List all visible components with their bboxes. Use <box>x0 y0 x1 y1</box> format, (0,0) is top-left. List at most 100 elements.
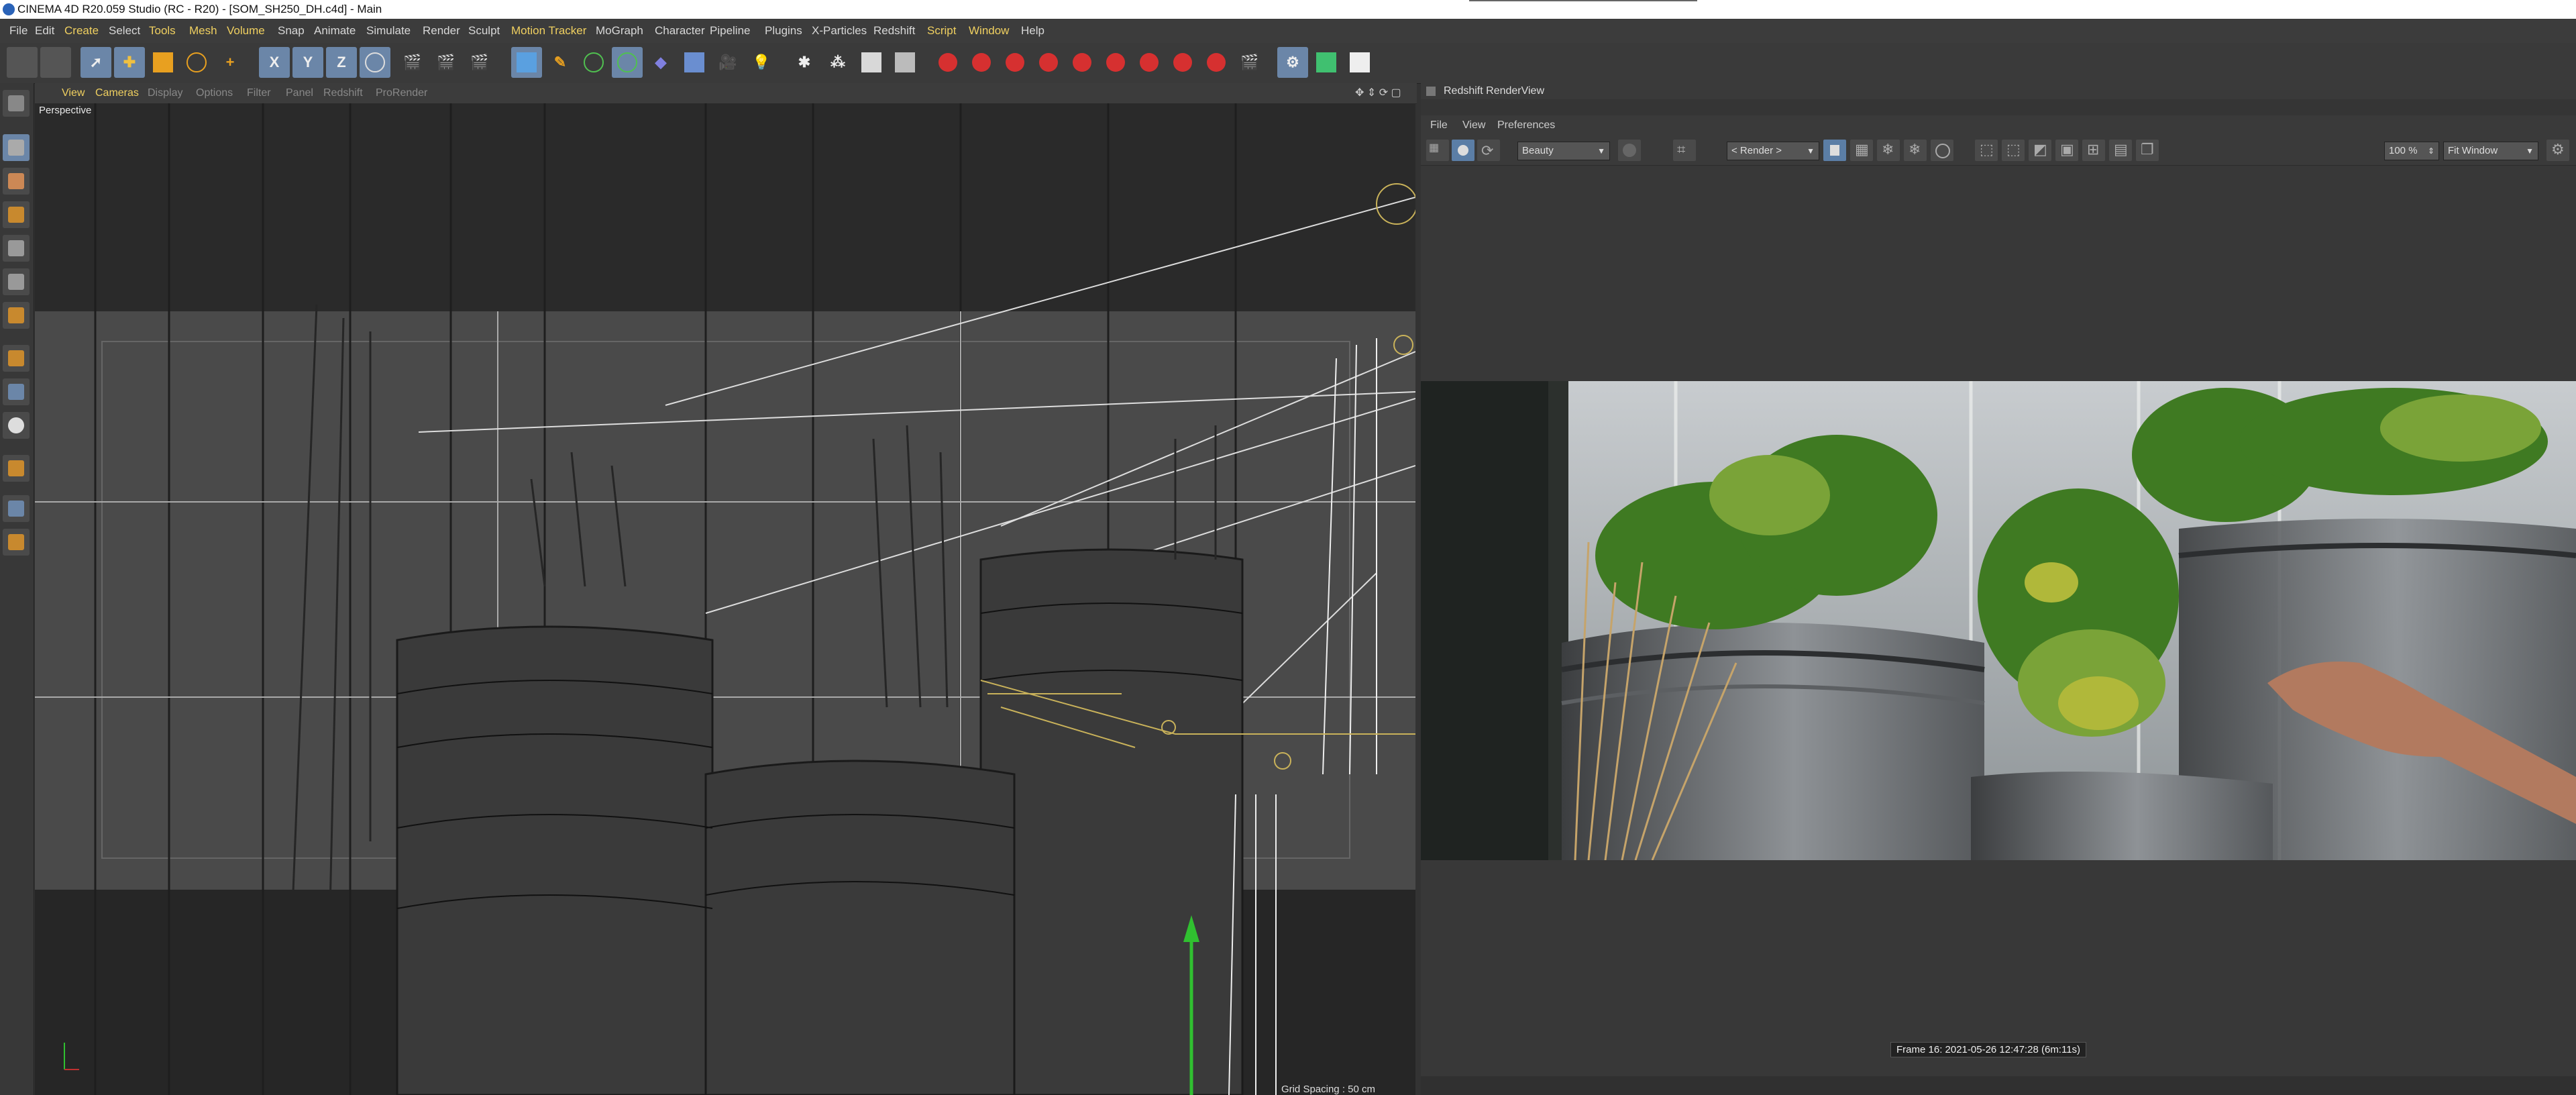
region-button[interactable]: ⬚ <box>1975 140 1998 161</box>
menu-help[interactable]: Help <box>1021 19 1044 43</box>
compare-button[interactable]: ◩ <box>2029 140 2051 161</box>
deformer-button[interactable]: ◆ <box>645 47 676 78</box>
edges-mode-button[interactable] <box>3 268 30 295</box>
add-snapshot-button[interactable]: ⊞ <box>2082 140 2105 161</box>
camera-button[interactable]: 🎥 <box>712 47 743 78</box>
menu-volume[interactable]: Volume <box>227 19 265 43</box>
render-settings-button[interactable]: 🎬 <box>464 47 495 78</box>
polygons-mode-button[interactable] <box>3 302 30 329</box>
redo-button[interactable] <box>40 47 71 78</box>
light-button[interactable]: 💡 <box>746 47 777 78</box>
model-mode-button[interactable] <box>3 134 30 161</box>
redshift-camera-button[interactable] <box>932 47 963 78</box>
solo-hierarchy-button[interactable] <box>3 529 30 556</box>
save-image-button[interactable]: ▣ <box>2055 140 2078 161</box>
menu-plugins[interactable]: Plugins <box>765 19 802 43</box>
menu-script[interactable]: Script <box>927 19 956 43</box>
perspective-viewport[interactable]: Perspective Grid Spacing : 50 cm <box>35 103 1415 1095</box>
menu-pipeline[interactable]: Pipeline <box>710 19 751 43</box>
bucket-button[interactable] <box>1618 140 1641 161</box>
y-axis-lock-button[interactable]: Y <box>292 47 323 78</box>
redshift-ies-light-button[interactable] <box>1134 47 1165 78</box>
make-editable-button[interactable] <box>3 90 30 117</box>
menu-render[interactable]: Render <box>423 19 460 43</box>
menu-file[interactable]: File <box>9 19 28 43</box>
points-mode-button[interactable] <box>3 235 30 262</box>
renderview-menu-preferences[interactable]: Preferences <box>1497 115 1555 136</box>
workplane-button[interactable] <box>3 201 30 228</box>
viewport-navigation-icons[interactable]: ✥ ⇕ ⟳ ▢ <box>1355 83 1401 103</box>
viewport-menu-filter[interactable]: Filter <box>247 83 271 103</box>
texture-mode-button[interactable] <box>3 168 30 195</box>
coordinate-system-button[interactable] <box>360 47 390 78</box>
menu-select[interactable]: Select <box>109 19 140 43</box>
viewport-menu-redshift[interactable]: Redshift <box>323 83 363 103</box>
move-tool-button[interactable]: ✚ <box>114 47 145 78</box>
floor-button[interactable] <box>679 47 710 78</box>
array-button[interactable] <box>612 47 643 78</box>
viewport-menu-panel[interactable]: Panel <box>286 83 313 103</box>
camera-select[interactable]: < Render > ▼ <box>1727 142 1819 160</box>
x-axis-lock-button[interactable]: X <box>259 47 290 78</box>
menu-character[interactable]: Character <box>655 19 705 43</box>
freeze-button[interactable]: ❄ <box>1877 140 1900 161</box>
redshift-render-view-button[interactable]: 🎬 <box>1234 47 1265 78</box>
menu-x-particles[interactable]: X-Particles <box>812 19 867 43</box>
copy-button[interactable]: ❐ <box>2136 140 2159 161</box>
menu-motion-tracker[interactable]: Motion Tracker <box>511 19 586 43</box>
scale-tool-button[interactable] <box>148 47 178 78</box>
render-view-button[interactable]: 🎬 <box>397 47 428 78</box>
zoom-select[interactable]: 100 % ⇕ <box>2384 142 2439 160</box>
grid-button[interactable]: ▦ <box>1850 140 1873 161</box>
viewport-menu-display[interactable]: Display <box>148 83 182 103</box>
renderview-menu-view[interactable]: View <box>1462 115 1485 136</box>
renderview-menu-file[interactable]: File <box>1430 115 1448 136</box>
solo-button[interactable] <box>3 495 30 522</box>
clapper-button[interactable]: ▦ <box>1426 140 1449 161</box>
xparticles-system-button[interactable]: ⁂ <box>822 47 853 78</box>
aov-select[interactable]: Beauty ▼ <box>1517 142 1610 160</box>
z-axis-lock-button[interactable]: Z <box>326 47 357 78</box>
redshift-sun-light-button[interactable] <box>1201 47 1232 78</box>
fit-button[interactable]: ⬚ <box>2002 140 2025 161</box>
lock-camera-button[interactable] <box>1823 140 1846 161</box>
menu-animate[interactable]: Animate <box>314 19 356 43</box>
menu-sculpt[interactable]: Sculpt <box>468 19 500 43</box>
start-render-button[interactable] <box>1452 140 1474 161</box>
redshift-area-light-button[interactable] <box>1033 47 1064 78</box>
renderview-settings-button[interactable]: ⚙ <box>2546 140 2569 161</box>
render-to-picture-viewer-button[interactable]: 🎬 <box>431 47 462 78</box>
menu-edit[interactable]: Edit <box>35 19 54 43</box>
menu-mograph[interactable]: MoGraph <box>596 19 643 43</box>
viewport-menu-prorender[interactable]: ProRender <box>376 83 427 103</box>
recent-tool-button[interactable]: + <box>215 47 246 78</box>
layout-button[interactable] <box>1311 47 1342 78</box>
rotate-tool-button[interactable] <box>181 47 212 78</box>
menu-snap[interactable]: Snap <box>278 19 305 43</box>
redshift-spot-light-button[interactable] <box>1100 47 1131 78</box>
undo-button[interactable] <box>7 47 38 78</box>
xparticles-cache-button[interactable] <box>856 47 887 78</box>
script-manager-button[interactable] <box>1344 47 1375 78</box>
panel-grip-icon[interactable] <box>1426 87 1436 96</box>
fit-select[interactable]: Fit Window ▼ <box>2443 142 2538 160</box>
snap-button[interactable] <box>3 412 30 439</box>
menu-window[interactable]: Window <box>969 19 1009 43</box>
menu-create[interactable]: Create <box>64 19 99 43</box>
tweak-mode-button[interactable] <box>3 378 30 405</box>
menu-tools[interactable]: Tools <box>149 19 176 43</box>
menu-redshift[interactable]: Redshift <box>873 19 915 43</box>
axis-mode-button[interactable] <box>3 345 30 372</box>
redshift-volume-button[interactable] <box>1000 47 1030 78</box>
preferences-button[interactable]: ⚙ <box>1277 47 1308 78</box>
select-tool-button[interactable]: ➚ <box>80 47 111 78</box>
color-picker-button[interactable] <box>1931 140 1953 161</box>
refresh-button[interactable]: ⟳ <box>1477 140 1500 161</box>
xparticles-emitter-button[interactable]: ✱ <box>789 47 820 78</box>
freeze-ipr-button[interactable]: ❄ <box>1904 140 1927 161</box>
viewport-menu-cameras[interactable]: Cameras <box>95 83 139 103</box>
pen-spline-button[interactable]: ✎ <box>545 47 576 78</box>
redshift-point-light-button[interactable] <box>1067 47 1097 78</box>
menu-mesh[interactable]: Mesh <box>189 19 217 43</box>
subdivision-button[interactable] <box>578 47 609 78</box>
